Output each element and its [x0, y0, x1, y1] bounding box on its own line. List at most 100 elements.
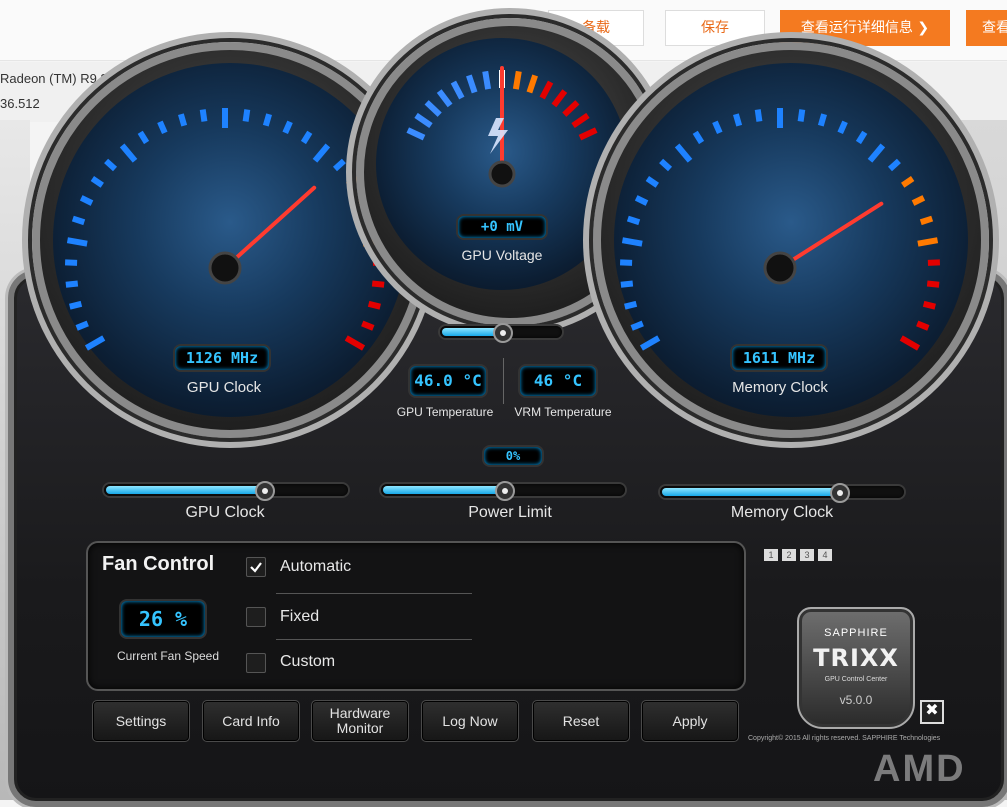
gauge-tick [303, 132, 309, 142]
gauge-tick [840, 122, 845, 133]
gauge-hub [765, 253, 795, 283]
fan-options-divider-2 [276, 639, 472, 640]
gpu-clock-readout: 1126 MHz [175, 346, 269, 370]
gauge-tick [66, 283, 78, 284]
gpu-clock-slider-knob[interactable] [255, 481, 275, 501]
gauge-tick [122, 145, 135, 160]
fan-options-divider-1 [276, 593, 472, 594]
card-info-button-label: Card Info [203, 701, 299, 741]
close-icon[interactable]: ✖ [920, 700, 944, 724]
settings-button[interactable]: Settings [92, 700, 190, 742]
gauge-tick [92, 179, 102, 186]
gauge-tick [427, 102, 440, 114]
profile-2-button[interactable]: 2 [782, 549, 796, 561]
profile-1-button[interactable]: 1 [764, 549, 778, 561]
reset-button[interactable]: Reset [532, 700, 630, 742]
vrm-temperature-readout: 46 °C [520, 366, 596, 396]
gauge-tick [86, 338, 103, 348]
gauge-tick [632, 323, 643, 327]
gauge-tick [160, 122, 165, 133]
gpu-clock-slider[interactable] [104, 484, 348, 496]
memory-clock-slider-fill [662, 488, 837, 496]
gpu-temperature-label: GPU Temperature [382, 405, 508, 419]
automatic-fan-checkbox[interactable] [246, 557, 266, 577]
memory-clock-slider-label: Memory Clock [702, 504, 862, 522]
gauge-tick [439, 91, 450, 105]
power-limit-slider[interactable] [381, 484, 625, 496]
gauge-tick [485, 71, 488, 89]
gauge-tick [564, 102, 577, 114]
gauge-tick [77, 323, 88, 327]
bolt-icon [488, 118, 508, 154]
gauge-hub [210, 253, 240, 283]
gpu-temperature-readout: 46.0 °C [410, 366, 486, 396]
gauge-tick [927, 283, 939, 284]
profile-4-button[interactable]: 4 [818, 549, 832, 561]
gauge-tick [369, 304, 381, 307]
fan-control-panel: Fan Control 26 % Current Fan Speed Autom… [86, 541, 746, 691]
gauge-tick [106, 161, 115, 169]
current-fan-speed-label: Current Fan Speed [113, 649, 223, 663]
gauge-tick [636, 198, 647, 203]
gauge-tick [542, 82, 550, 98]
gauge-tick [677, 145, 690, 160]
gauge-tick [695, 132, 701, 142]
apply-button-label: Apply [642, 701, 738, 741]
card-info-button[interactable]: Card Info [202, 700, 300, 742]
fan-control-title: Fan Control [102, 553, 214, 576]
gauge-tick [903, 179, 913, 186]
memory-clock-gauge-label: Memory Clock [700, 379, 860, 396]
log-now-button[interactable]: Log Now [421, 700, 519, 742]
custom-fan-label: Custom [280, 653, 335, 671]
memory-clock-slider-knob[interactable] [830, 483, 850, 503]
gauge-needle [780, 204, 881, 268]
amd-watermark: AMD [873, 748, 966, 791]
gauge-tick [266, 114, 269, 126]
gauge-tick [821, 114, 824, 126]
gauge-tick [362, 323, 373, 327]
gauge-tick [647, 179, 657, 186]
gauge-tick [580, 130, 596, 138]
apply-button[interactable]: Apply [641, 700, 739, 742]
gauge-tick [621, 283, 633, 284]
gauge-tick [801, 110, 803, 122]
sapphire-brand: SAPPHIRE [799, 627, 913, 639]
power-limit-slider-knob[interactable] [495, 481, 515, 501]
gauge-tick [140, 132, 146, 142]
fixed-fan-label: Fixed [280, 608, 319, 626]
gauge-tick [622, 240, 642, 243]
gauge-tick [181, 114, 184, 126]
vrm-temperature-label: VRM Temperature [500, 405, 626, 419]
gauge-tick [416, 115, 431, 125]
gauge-tick [628, 219, 639, 223]
version-label: v5.0.0 [799, 693, 913, 707]
gpu-voltage-readout: +0 mV [458, 216, 546, 238]
temperature-divider [503, 358, 504, 404]
settings-button-label: Settings [93, 701, 189, 741]
current-fan-speed-readout: 26 % [121, 601, 205, 637]
gauge-tick [870, 145, 883, 160]
hardware-monitor-button-line1: Hardware [312, 706, 408, 721]
gauge-tick [890, 161, 899, 169]
hardware-monitor-button[interactable]: Hardware Monitor [311, 700, 409, 742]
gauge-tick [285, 122, 290, 133]
gauge-tick [73, 219, 84, 223]
gpu-clock-gauge-label: GPU Clock [144, 379, 304, 396]
gauge-tick [529, 75, 535, 92]
custom-fan-checkbox[interactable] [246, 653, 266, 673]
gauge-tick [335, 161, 344, 169]
voltage-slider-knob[interactable] [493, 323, 513, 343]
gauge-tick [924, 304, 936, 307]
gauge-tick [67, 240, 87, 243]
check-icon [247, 558, 265, 576]
memory-clock-slider[interactable] [660, 486, 904, 498]
fixed-fan-checkbox[interactable] [246, 607, 266, 627]
power-limit-readout: 0% [484, 447, 542, 465]
voltage-slider[interactable] [440, 326, 562, 338]
gauge-tick [913, 198, 924, 203]
sapphire-trixx-badge: SAPPHIRE TRIXX GPU Control Center v5.0.0 [797, 607, 915, 729]
profile-3-button[interactable]: 3 [800, 549, 814, 561]
gpu-clock-slider-fill [106, 486, 262, 494]
automatic-fan-label: Automatic [280, 558, 351, 576]
power-limit-slider-fill [383, 486, 503, 494]
